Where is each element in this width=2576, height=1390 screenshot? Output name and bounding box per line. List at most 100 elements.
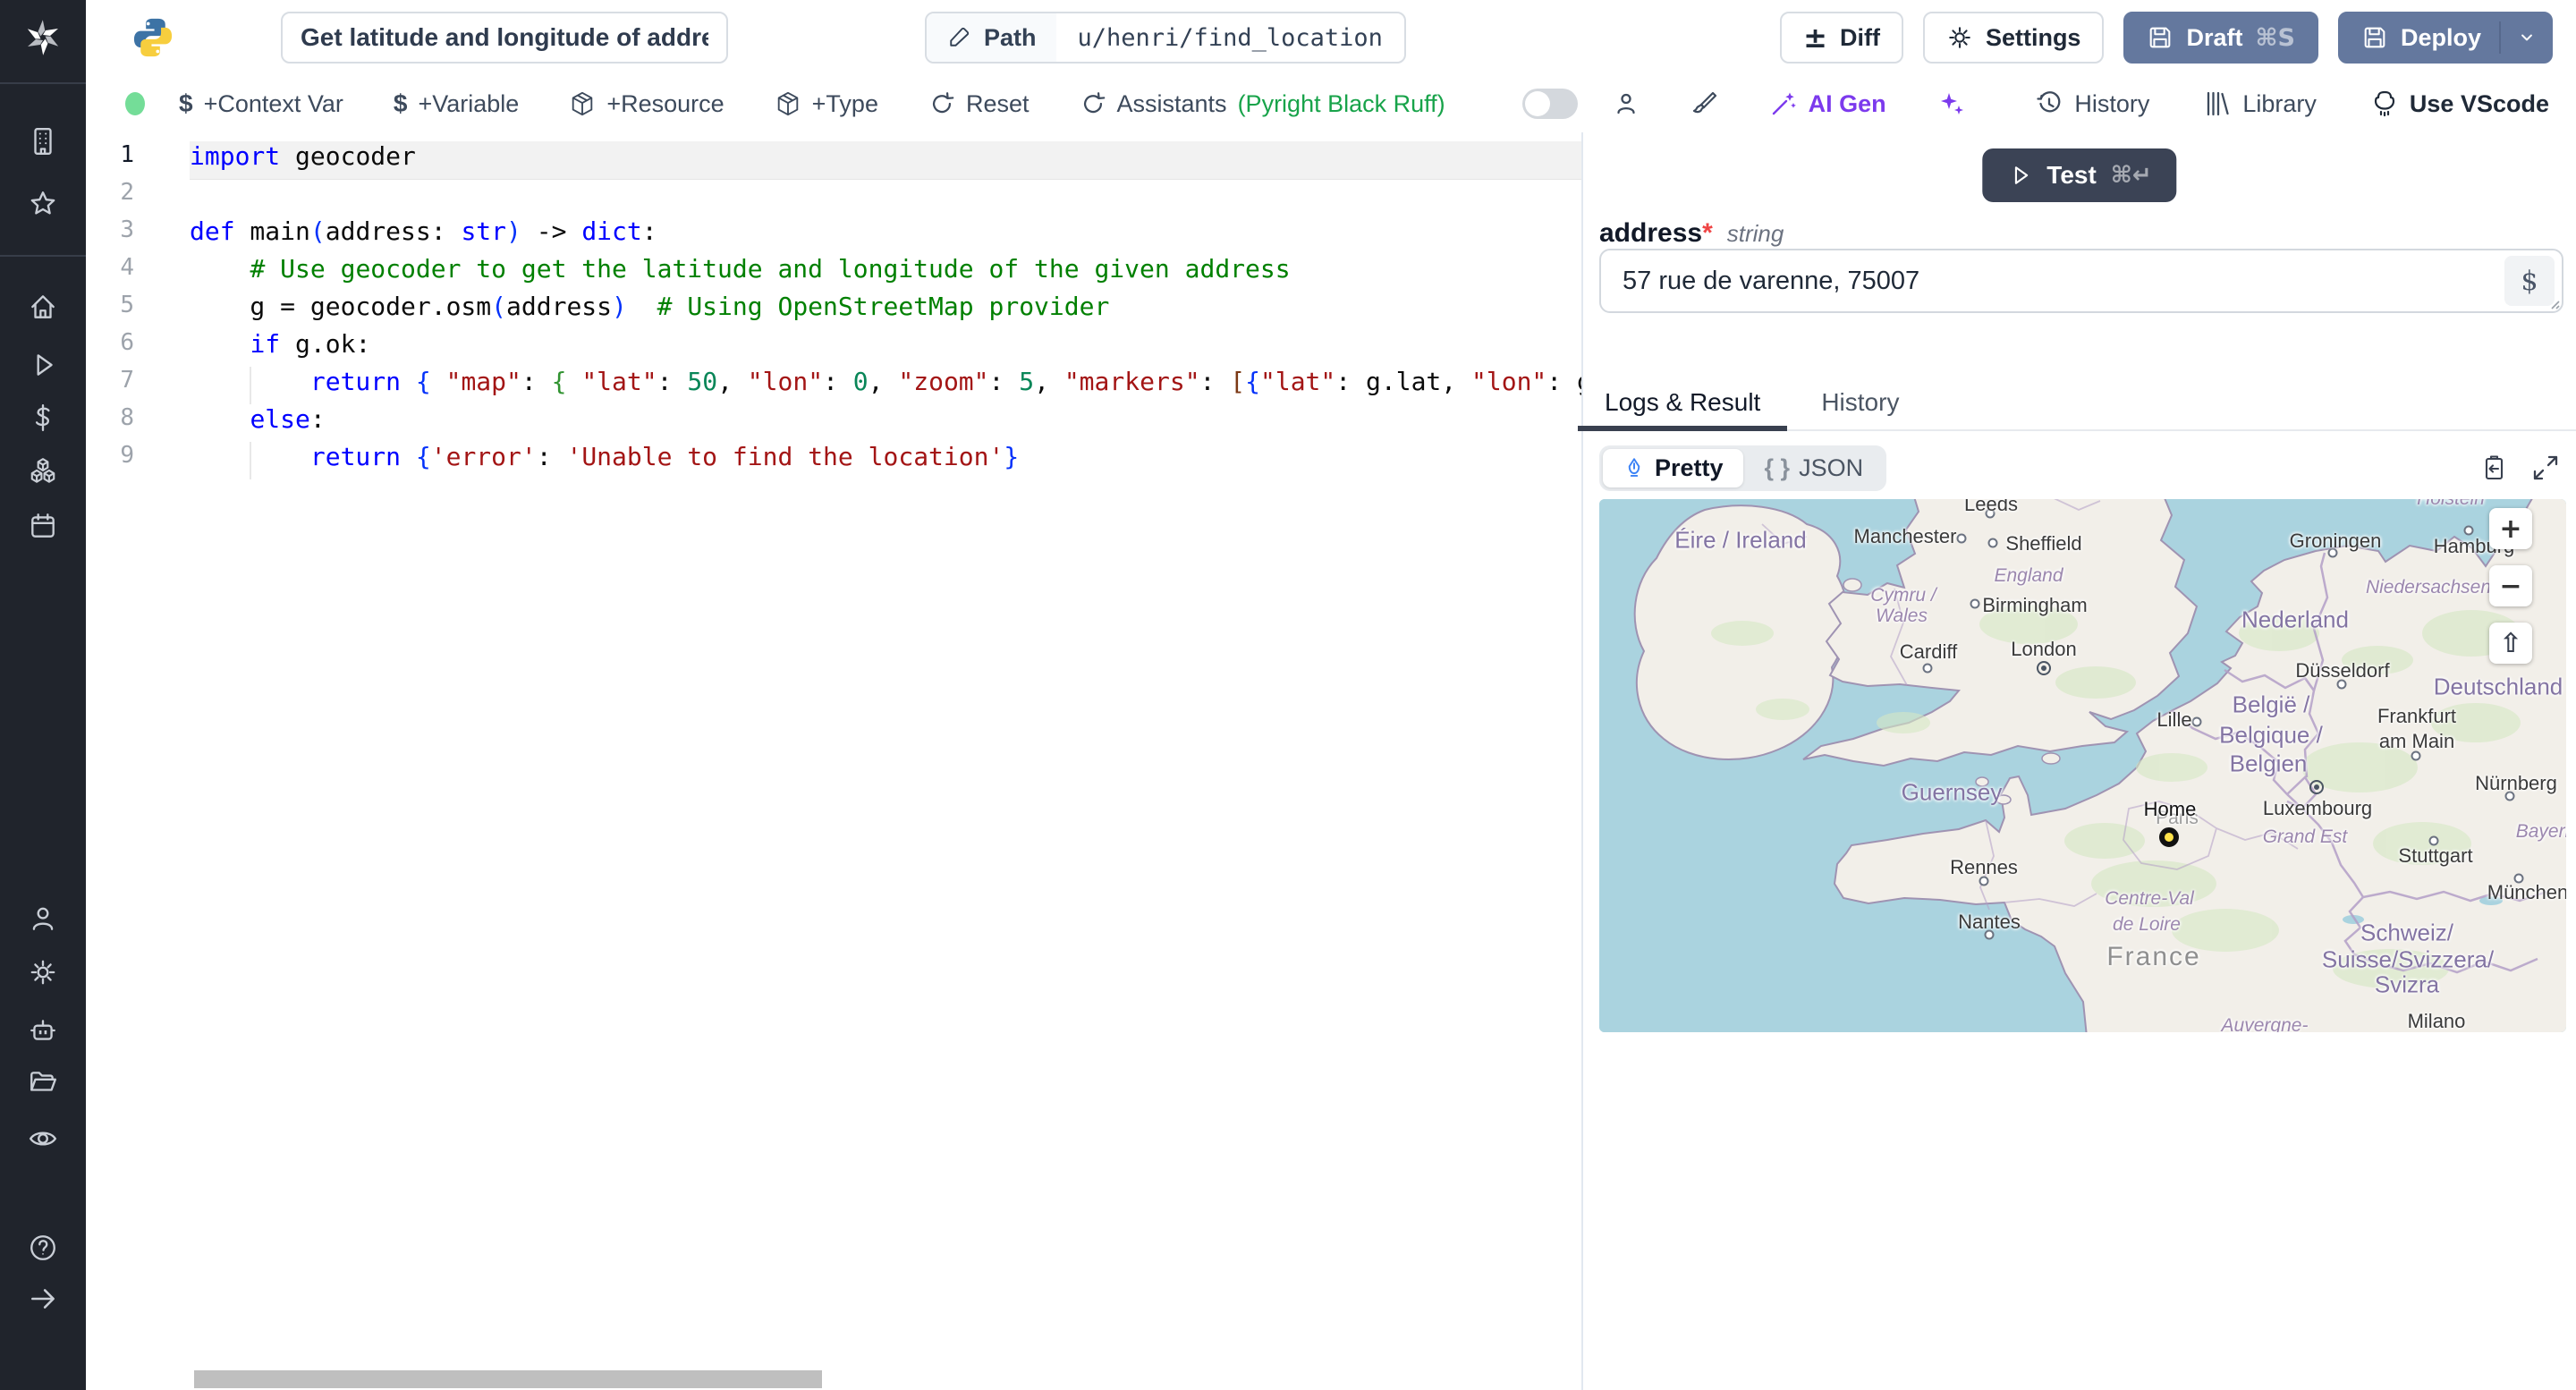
map-label: Nantes <box>1958 911 2021 933</box>
format-brush-button[interactable] <box>1690 89 1719 118</box>
assistants-status: (Pyright Black Ruff) <box>1237 89 1445 117</box>
fullscreen-expand-icon[interactable] <box>2531 453 2560 482</box>
line-number: 8 <box>120 404 134 431</box>
reset-button[interactable]: Reset <box>928 90 1030 118</box>
map-label: am Main <box>2378 730 2455 752</box>
folders-icon[interactable] <box>0 1067 86 1098</box>
line-number: 6 <box>120 329 134 356</box>
line-number-gutter: 1 2 3 4 5 6 7 8 9 <box>86 141 190 479</box>
ai-gen-button[interactable]: AI Gen <box>1769 89 1886 118</box>
add-resource-button[interactable]: +Resource <box>569 90 724 118</box>
map-label: Rennes <box>1950 856 2018 878</box>
windmill-logo-icon[interactable] <box>0 18 86 57</box>
map-label: England <box>1994 565 2063 586</box>
use-vscode-label: Use VScode <box>2409 89 2549 117</box>
add-context-var-label: +Context Var <box>203 89 343 117</box>
diff-button[interactable]: ± Diff <box>1780 12 1903 64</box>
code-line: g = geocoder.osm(address) # Using OpenSt… <box>190 292 1110 321</box>
user-icon[interactable] <box>0 903 86 934</box>
settings-label: Settings <box>1985 23 2081 51</box>
map-label: Belgique / <box>2219 721 2323 749</box>
home-marker[interactable] <box>2159 827 2179 847</box>
history-clock-icon <box>2037 91 2061 113</box>
map-zoom-in-button[interactable]: + <box>2489 508 2532 549</box>
map-recenter-button[interactable]: ⇧ <box>2489 623 2532 664</box>
map-label: Deutschland <box>2433 673 2563 700</box>
code-assistant-toggle[interactable] <box>1521 89 1578 119</box>
pretty-label: Pretty <box>1655 453 1724 481</box>
map-label: Nederland <box>2241 606 2349 633</box>
map-zoom-out-button[interactable]: − <box>2489 565 2532 606</box>
json-view-button[interactable]: { } JSON <box>1745 449 1884 487</box>
line-number: 7 <box>120 367 134 394</box>
deploy-button[interactable]: Deploy <box>2337 12 2553 64</box>
tab-history[interactable]: History <box>1816 376 1904 429</box>
draft-button[interactable]: Draft ⌘S <box>2123 12 2318 64</box>
add-type-button[interactable]: +Type <box>775 90 878 118</box>
test-run-button[interactable]: Test ⌘↵ <box>1982 148 2177 202</box>
add-variable-button[interactable]: $ +Variable <box>394 89 519 118</box>
ai-sparkle-button[interactable] <box>1936 89 1965 118</box>
help-icon[interactable] <box>0 1233 86 1263</box>
code-line: else: <box>250 404 326 434</box>
preview-panel: Test ⌘↵ address* string $ Logs & Result … <box>1577 132 2576 1390</box>
map-label: de Loire <box>2113 914 2181 935</box>
map-label: Birmingham <box>1982 594 2088 616</box>
deploy-dropdown-chevron[interactable] <box>2499 21 2538 54</box>
magic-wand-icon <box>1772 92 1796 115</box>
resize-handle[interactable] <box>2546 296 2561 310</box>
map-label: Guernsey <box>1901 778 2003 806</box>
workspace-icon[interactable] <box>0 126 86 157</box>
add-variable-label: +Variable <box>418 89 520 117</box>
use-vscode-button[interactable]: Use VScode <box>2370 89 2549 118</box>
map-label: Milano <box>2407 1010 2466 1032</box>
save-disk-icon <box>2150 27 2171 48</box>
line-number: 9 <box>120 442 134 469</box>
add-type-label: +Type <box>811 89 878 117</box>
home-icon[interactable] <box>0 292 86 322</box>
assistants-button[interactable]: Assistants (Pyright Black Ruff) <box>1080 90 1445 118</box>
schedules-calendar-icon[interactable] <box>0 511 86 541</box>
tab-logs-result[interactable]: Logs & Result <box>1577 376 1788 431</box>
add-context-var-button[interactable]: $ +Context Var <box>179 89 343 118</box>
map-label: Grand Est <box>2262 826 2348 847</box>
path-widget[interactable]: Path u/henri/find_location <box>925 12 1406 64</box>
settings-gear-icon[interactable] <box>0 957 86 987</box>
map-label: Luxembourg <box>2262 797 2373 819</box>
horizontal-scrollbar[interactable] <box>194 1370 822 1388</box>
expand-sidebar-arrow-icon[interactable] <box>0 1284 86 1314</box>
workers-robot-icon[interactable] <box>0 1015 86 1046</box>
script-summary-input[interactable] <box>281 12 728 64</box>
code-editor[interactable]: 1 2 3 4 5 6 7 8 9 import geocoder def main(addres… <box>86 132 1581 1390</box>
resources-cubes-icon[interactable] <box>0 456 86 487</box>
package-icon <box>572 91 593 116</box>
copy-result-icon[interactable] <box>2479 453 2508 482</box>
history-button[interactable]: History <box>2035 89 2149 118</box>
test-shortcut: ⌘↵ <box>2110 162 2152 189</box>
diff-label: Diff <box>1839 23 1880 51</box>
multiplayer-button[interactable] <box>1612 89 1640 118</box>
favorites-star-icon[interactable] <box>0 189 86 219</box>
toggle-knob <box>1524 91 1550 116</box>
runs-play-icon[interactable] <box>0 350 86 380</box>
address-input[interactable] <box>1599 249 2563 313</box>
map-label: Centre-Val <box>2105 888 2194 909</box>
python-logo-icon <box>131 15 175 60</box>
pretty-view-button[interactable]: Pretty <box>1603 448 1743 487</box>
package-icon <box>777 91 798 116</box>
deploy-label: Deploy <box>2400 23 2481 51</box>
map-label: Groningen <box>2289 530 2382 552</box>
result-map[interactable]: Éire / Ireland Leeds Manchester Sheffield En… <box>1599 499 2566 1032</box>
map-label: Cardiff <box>1899 640 1958 663</box>
audit-eye-icon[interactable] <box>0 1123 86 1154</box>
variables-dollar-icon[interactable] <box>0 403 86 433</box>
sidebar <box>0 0 86 1390</box>
library-button[interactable]: Library <box>2203 89 2317 118</box>
path-label: Path <box>984 23 1037 51</box>
ai-gen-label: AI Gen <box>1808 89 1886 117</box>
add-resource-label: +Resource <box>606 89 724 117</box>
required-asterisk: * <box>1702 218 1713 248</box>
line-number: 1 <box>120 141 134 168</box>
settings-button[interactable]: Settings <box>1922 12 2105 64</box>
